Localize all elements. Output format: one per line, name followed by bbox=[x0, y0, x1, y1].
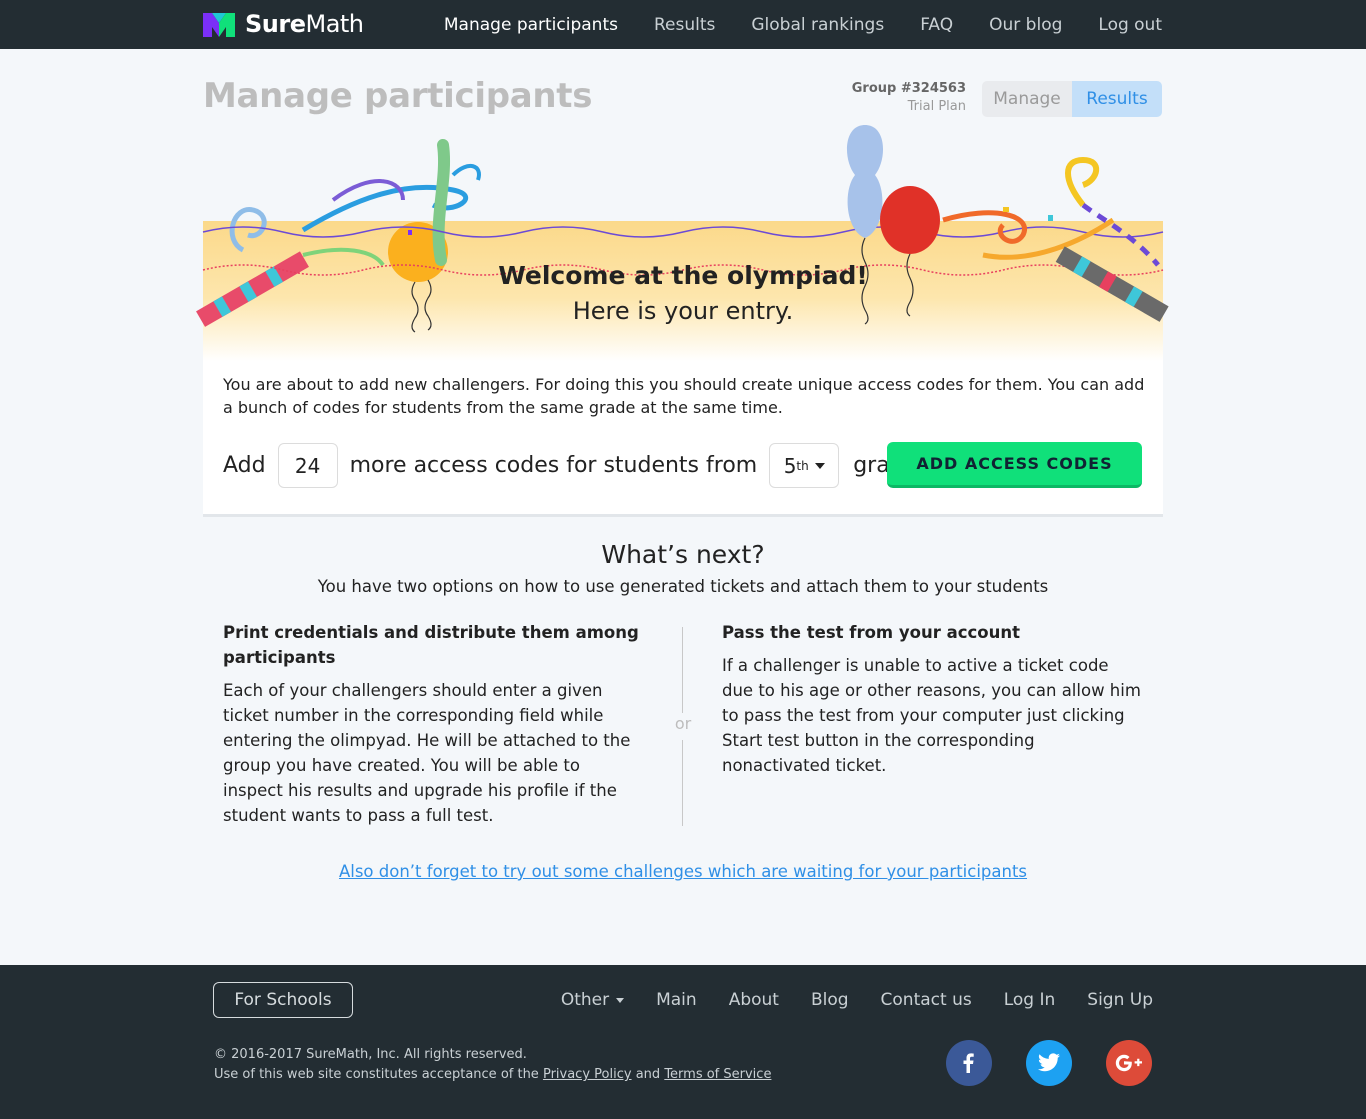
footer-other-label: Other bbox=[560, 990, 610, 1010]
privacy-policy-link[interactable]: Privacy Policy bbox=[543, 1067, 632, 1082]
footer-about[interactable]: About bbox=[729, 990, 779, 1010]
grade-value: 5 bbox=[783, 453, 797, 478]
party-decoration-illustration bbox=[196, 125, 1169, 333]
divider-bottom bbox=[682, 740, 683, 826]
nav-results[interactable]: Results bbox=[654, 15, 715, 35]
card-description: You are about to add new challengers. Fo… bbox=[223, 375, 1145, 417]
or-separator: or bbox=[674, 714, 692, 733]
footer-contact[interactable]: Contact us bbox=[881, 990, 972, 1010]
results-tab[interactable]: Results bbox=[1072, 81, 1162, 117]
twitter-button[interactable] bbox=[1026, 1040, 1072, 1086]
challenges-link[interactable]: Also don’t forget to try out some challe… bbox=[339, 862, 1027, 881]
nav-faq[interactable]: FAQ bbox=[920, 15, 953, 35]
option-print: Print credentials and distribute them am… bbox=[223, 620, 643, 828]
grade-select[interactable]: 5th bbox=[769, 443, 840, 488]
suremath-logo-icon bbox=[203, 13, 235, 37]
twitter-icon bbox=[1038, 1053, 1060, 1072]
google-plus-button[interactable] bbox=[1106, 1040, 1152, 1086]
grade-suffix: th bbox=[796, 458, 809, 473]
option-print-title: Print credentials and distribute them am… bbox=[223, 623, 639, 667]
welcome-heading: Welcome at the olympiad! bbox=[498, 261, 868, 290]
chevron-down-icon bbox=[814, 462, 825, 469]
add-label: Add bbox=[223, 453, 266, 478]
nav-global-rankings[interactable]: Global rankings bbox=[751, 15, 884, 35]
logo[interactable]: SureMath bbox=[203, 8, 364, 40]
add-access-codes-button[interactable]: ADD ACCESS CODES bbox=[887, 442, 1142, 488]
challenges-link-wrap: Also don’t forget to try out some challe… bbox=[0, 862, 1366, 881]
entry-subheading: Here is your entry. bbox=[572, 297, 794, 325]
chevron-down-icon bbox=[616, 997, 625, 1003]
nav-blog[interactable]: Our blog bbox=[989, 15, 1062, 35]
terms-of-service-link[interactable]: Terms of Service bbox=[664, 1067, 771, 1082]
add-codes-row: Add more access codes for students from … bbox=[223, 443, 917, 488]
option-account-body: If a challenger is unable to active a ti… bbox=[722, 656, 1141, 775]
terms-line: Use of this web site constitutes accepta… bbox=[214, 1067, 772, 1082]
group-info: Group #324563 Trial Plan bbox=[852, 81, 966, 114]
brand-name: SureMath bbox=[245, 10, 364, 38]
footer-blog[interactable]: Blog bbox=[811, 990, 849, 1010]
copyright-line: © 2016-2017 SureMath, Inc. All rights re… bbox=[214, 1047, 527, 1062]
divider-top bbox=[682, 627, 683, 713]
group-plan: Trial Plan bbox=[907, 99, 966, 114]
footer-login[interactable]: Log In bbox=[1004, 990, 1056, 1010]
facebook-icon bbox=[963, 1053, 974, 1073]
whats-next-heading: What’s next? bbox=[601, 540, 765, 569]
manage-tab[interactable]: Manage bbox=[982, 81, 1072, 117]
nav-manage-participants[interactable]: Manage participants bbox=[444, 15, 618, 35]
codes-label: more access codes for students from bbox=[349, 453, 758, 478]
footer-other-dropdown[interactable]: Other bbox=[560, 990, 625, 1010]
add-codes-card: Welcome at the olympiad! Here is your en… bbox=[203, 221, 1163, 517]
google-plus-icon bbox=[1115, 1054, 1142, 1072]
facebook-button[interactable] bbox=[946, 1040, 992, 1086]
group-id: Group #324563 bbox=[851, 81, 966, 96]
nav-logout[interactable]: Log out bbox=[1098, 15, 1162, 35]
whats-next-subtitle: You have two options on how to use gener… bbox=[317, 577, 1049, 596]
option-account-title: Pass the test from your account bbox=[722, 623, 1020, 642]
view-toggle: Manage Results bbox=[982, 81, 1162, 117]
option-account: Pass the test from your account If a cha… bbox=[722, 620, 1142, 778]
footer-main[interactable]: Main bbox=[656, 990, 697, 1010]
for-schools-button[interactable]: For Schools bbox=[213, 982, 353, 1018]
option-print-body: Each of your challengers should enter a … bbox=[223, 681, 631, 825]
footer-signup[interactable]: Sign Up bbox=[1087, 990, 1153, 1010]
footer: For Schools Other Main About Blog Contac… bbox=[0, 965, 1366, 1119]
page-title: Manage participants bbox=[203, 76, 593, 116]
top-nav: SureMath Manage participants Results Glo… bbox=[0, 0, 1366, 49]
quantity-input[interactable] bbox=[277, 443, 338, 488]
copyright: © 2016-2017 SureMath, Inc. All rights re… bbox=[214, 1045, 771, 1085]
